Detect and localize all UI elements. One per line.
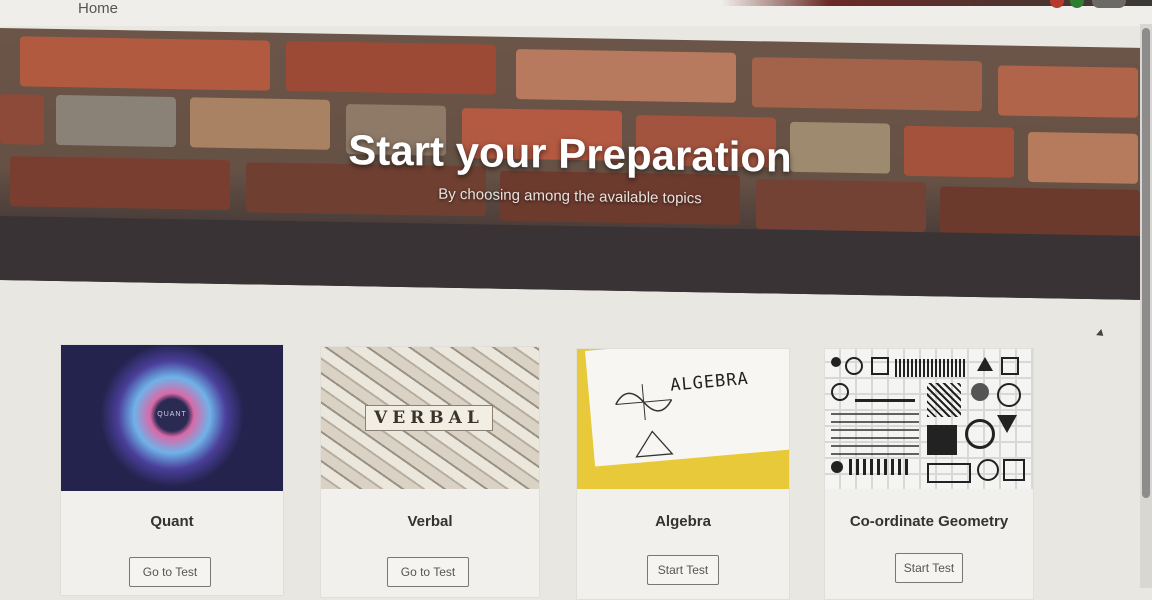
start-test-button-algebra[interactable]: Start Test — [647, 555, 719, 585]
scrollbar-thumb[interactable] — [1142, 28, 1150, 498]
home-link[interactable]: Home — [78, 0, 118, 17]
browser-icon — [1092, 0, 1126, 8]
card-title-quant: Quant — [150, 513, 194, 530]
mouse-cursor-icon — [1096, 329, 1106, 339]
start-test-button-coordinate-geometry[interactable]: Start Test — [895, 553, 963, 583]
verbal-thumbnail-label: VERBAL — [365, 405, 493, 431]
topic-card-algebra: ALGEBRA Algebra Start Test — [576, 348, 790, 600]
topic-card-verbal: VERBAL Verbal Go to Test — [320, 346, 540, 598]
quant-thumbnail-label: QUANT — [157, 411, 187, 418]
topic-card-coordinate-geometry: Co-ordinate Geometry Start Test — [824, 348, 1034, 600]
browser-icon — [1070, 0, 1084, 8]
algebra-thumbnail-label: ALGEBRA — [669, 368, 750, 396]
quant-thumbnail: QUANT — [61, 345, 283, 491]
card-title-algebra: Algebra — [655, 513, 711, 530]
verbal-thumbnail: VERBAL — [321, 347, 539, 489]
geometric-shapes-pattern — [831, 355, 1027, 483]
algebra-paper: ALGEBRA — [585, 349, 789, 467]
geometry-thumbnail — [825, 349, 1033, 489]
hero-banner: Start your Preparation By choosing among… — [0, 28, 1140, 300]
graph-sketch-icon — [615, 384, 673, 421]
triangle-sketch-icon — [635, 430, 674, 458]
card-title-coordinate-geometry: Co-ordinate Geometry — [849, 513, 1009, 530]
go-to-test-button-verbal[interactable]: Go to Test — [387, 557, 469, 587]
algebra-thumbnail: ALGEBRA — [577, 349, 789, 489]
browser-toolbar-strip — [722, 0, 1152, 6]
top-nav-bar: Home — [0, 0, 1152, 26]
browser-icon — [1050, 0, 1064, 8]
topic-card-quant: QUANT Quant Go to Test — [60, 344, 284, 596]
card-title-verbal: Verbal — [407, 513, 453, 530]
go-to-test-button-quant[interactable]: Go to Test — [129, 557, 211, 587]
brick-wall-background — [0, 28, 1140, 300]
